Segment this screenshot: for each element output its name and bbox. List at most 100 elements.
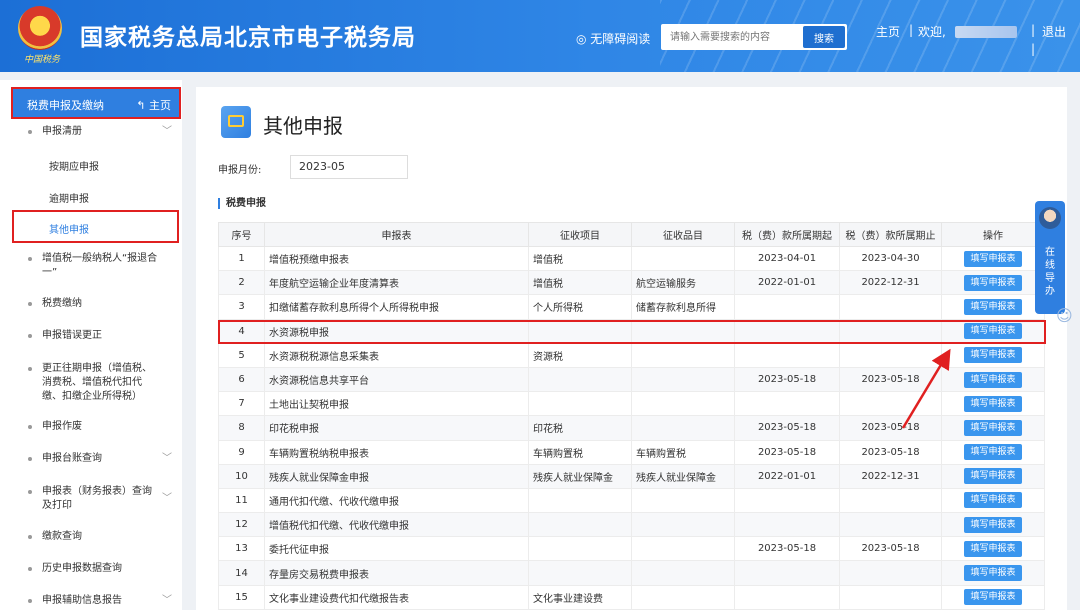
sidebar-item-error-correction[interactable]: 申报错误更正 — [28, 329, 178, 343]
fill-declaration-button[interactable]: 填写申报表 — [964, 298, 1022, 315]
online-help-widget[interactable]: 在线导办 — [1035, 201, 1065, 314]
sidebar-item-past-correction[interactable]: 更正往期申报（增值税、消费税、增值税代扣代缴、扣缴企业所得税） — [28, 362, 178, 404]
fill-declaration-button[interactable]: 填写申报表 — [964, 589, 1022, 606]
table-body: 1 增值税预缴申报表 增值税 2023-04-01 2023-04-30 填写申报表 2 年度… — [218, 245, 1045, 610]
fill-declaration-button[interactable]: 填写申报表 — [964, 540, 1022, 557]
sidebar-item-ledger-query[interactable]: 申报台账查询 ﹀ — [28, 452, 178, 466]
table-cell: 水资源税信息共享平台 — [264, 366, 529, 393]
table-row: 12 增值税代扣代缴、代收代缴申报 填写申报表 — [218, 512, 1045, 538]
fill-declaration-button[interactable]: 填写申报表 — [964, 347, 1022, 364]
sidebar-item-aux-report[interactable]: 申报辅助信息报告 ﹀ — [28, 594, 178, 608]
table-cell: 年度航空运输企业年度清算表 — [264, 270, 529, 296]
table-cell: 储蓄存款利息所得 — [631, 294, 735, 320]
fill-declaration-button[interactable]: 填写申报表 — [964, 274, 1022, 291]
bullet-icon — [28, 302, 32, 306]
sidebar-item-report-print[interactable]: 申报表（财务报表）查询及打印 ﹀ — [28, 485, 178, 513]
header-separator: | — [1031, 42, 1036, 56]
table-cell: 委托代征申报 — [264, 536, 529, 562]
table-cell: 9 — [218, 439, 265, 465]
column-header: 征收品目 — [631, 222, 735, 247]
table-row: 11 通用代扣代缴、代收代缴申报 填写申报表 — [218, 487, 1045, 514]
fill-declaration-button[interactable]: 填写申报表 — [964, 323, 1022, 340]
table-cell: 文化事业建设费代扣代缴报告表 — [264, 584, 529, 610]
table-cell-action: 填写申报表 — [941, 536, 1045, 562]
table-cell: 2022-12-31 — [839, 270, 942, 296]
assistant-avatar-icon — [1039, 207, 1061, 229]
fill-declaration-button[interactable]: 填写申报表 — [964, 492, 1022, 509]
table-cell: 增值税预缴申报表 — [264, 245, 529, 272]
table-cell — [734, 342, 840, 368]
table-cell-action: 填写申报表 — [941, 245, 1045, 272]
fill-declaration-button[interactable]: 填写申报表 — [964, 444, 1022, 461]
username-redacted — [955, 26, 1017, 38]
bullet-icon — [28, 490, 32, 494]
table-cell: 残疾人就业保障金 — [528, 463, 632, 489]
bullet-icon — [28, 567, 32, 571]
fill-declaration-button[interactable]: 填写申报表 — [964, 516, 1022, 533]
table-cell: 文化事业建设费 — [528, 584, 632, 610]
fill-declaration-button[interactable]: 填写申报表 — [964, 468, 1022, 485]
table-cell: 2023-05-18 — [839, 536, 942, 562]
table-cell: 2023-04-30 — [839, 245, 942, 272]
table-cell: 2023-05-18 — [734, 415, 840, 441]
table-row: 5 水资源税税源信息采集表 资源税 填写申报表 — [218, 342, 1045, 368]
sidebar-home-link[interactable]: ↰ 主页 — [136, 97, 171, 113]
table-cell: 3 — [218, 294, 265, 320]
search-box: 搜索 — [661, 24, 847, 50]
sidebar-item-payment-query[interactable]: 缴款查询 — [28, 530, 178, 544]
table-cell: 水资源税税源信息采集表 — [264, 342, 529, 368]
tax-emblem-icon — [18, 6, 62, 50]
sidebar-item-history-query[interactable]: 历史申报数据查询 — [28, 562, 178, 576]
search-input[interactable] — [664, 27, 802, 47]
fill-declaration-button[interactable]: 填写申报表 — [964, 565, 1022, 582]
sidebar-subitem-scheduled[interactable]: 按期应申报 — [49, 158, 99, 173]
table-cell: 13 — [218, 536, 265, 562]
fill-declaration-button[interactable]: 填写申报表 — [964, 250, 1022, 267]
table-cell: 车辆购置税 — [528, 439, 632, 465]
fill-declaration-button[interactable]: 填写申报表 — [964, 419, 1022, 436]
table-cell: 车辆购置税纳税申报表 — [264, 439, 529, 465]
table-cell — [528, 318, 632, 344]
sidebar-header[interactable]: 税费申报及缴纳 ↰ 主页 — [11, 87, 181, 119]
table-cell — [839, 584, 942, 610]
sidebar-subitem-overdue[interactable]: 逾期申报 — [49, 190, 89, 205]
sidebar-item-tax-payment[interactable]: 税费缴纳 — [28, 297, 178, 311]
column-header: 操作 — [941, 222, 1045, 247]
column-header: 税（费）款所属期起 — [734, 222, 840, 247]
table-row: 4 水资源税申报 填写申报表 — [218, 318, 1045, 344]
table-cell — [734, 487, 840, 514]
table-cell — [631, 560, 735, 586]
table-cell: 2023-05-18 — [839, 439, 942, 465]
bullet-icon — [28, 457, 32, 461]
table-header-row: 序号 申报表 征收项目 征收品目 税（费）款所属期起 税（费）款所属期止 操作 — [218, 222, 1045, 247]
sidebar-item-declaration-list[interactable]: 申报清册 ﹀ — [28, 125, 178, 139]
table-cell: 资源税 — [528, 342, 632, 368]
sidebar-subitem-other-active[interactable]: 其他申报 — [12, 210, 179, 243]
table-cell: 2023-04-01 — [734, 245, 840, 272]
month-input[interactable]: 2023-05 — [290, 155, 408, 179]
bullet-icon — [28, 367, 32, 371]
top-header: 中国税务 国家税务总局北京市电子税务局 ◎ 无障碍阅读 搜索 主页 | 欢迎, … — [0, 0, 1080, 72]
search-button[interactable]: 搜索 — [803, 26, 845, 48]
table-cell — [631, 512, 735, 538]
table-cell — [839, 294, 942, 320]
table-cell — [839, 512, 942, 538]
sidebar-item-vat-refund[interactable]: 增值税一般纳税人“报退合一” — [28, 252, 178, 280]
table-cell-action: 填写申报表 — [941, 439, 1045, 465]
sidebar-item-void[interactable]: 申报作废 — [28, 420, 178, 434]
chat-bubble-icon[interactable]: ☺ — [1056, 306, 1078, 328]
header-home-link[interactable]: 主页 — [876, 23, 900, 40]
table-cell: 增值税代扣代缴、代收代缴申报 — [264, 512, 529, 538]
table-row: 1 增值税预缴申报表 增值税 2023-04-01 2023-04-30 填写申报表 — [218, 245, 1045, 272]
table-row: 6 水资源税信息共享平台 2023-05-18 2023-05-18 填写申报表 — [218, 366, 1045, 393]
table-cell — [631, 415, 735, 441]
table-cell — [528, 391, 632, 417]
table-cell: 2022-01-01 — [734, 270, 840, 296]
logout-link[interactable]: 退出 — [1042, 23, 1066, 40]
online-help-label: 在线导办 — [1045, 247, 1055, 297]
table-cell: 2 — [218, 270, 265, 296]
fill-declaration-button[interactable]: 填写申报表 — [964, 371, 1022, 388]
fill-declaration-button[interactable]: 填写申报表 — [964, 395, 1022, 412]
chevron-down-icon: ﹀ — [162, 126, 172, 137]
accessibility-reading-link[interactable]: ◎ 无障碍阅读 — [576, 30, 650, 47]
